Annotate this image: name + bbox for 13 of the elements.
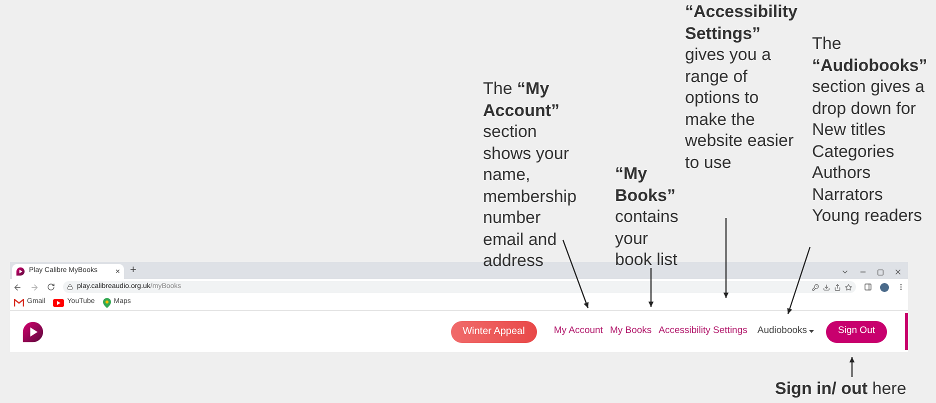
tab-close[interactable]: × <box>115 268 120 276</box>
annotation-text: The “Audiobooks” section gives a drop down for New titles Categories Authors Narrators Young readers <box>812 33 928 226</box>
annotation-text: “Accessibility Settings” gives you a range of options to make the website easier to use <box>685 1 798 173</box>
annotation-text: The “My Account” section shows your name, membership number email and address <box>483 78 577 272</box>
annotation-text: “My Books” contains your book list <box>615 163 678 270</box>
nav-dropdown[interactable]: Audiobooks <box>757 324 814 339</box>
annotation-text: Sign in/ out here <box>775 378 906 400</box>
sign-out-button[interactable]: Sign Out <box>826 320 887 342</box>
nav-link[interactable]: Accessibility Settings <box>658 324 748 339</box>
appeal-button[interactable]: Winter Appeal <box>450 320 537 342</box>
nav-link[interactable]: My Account <box>554 324 603 339</box>
new-tab-button[interactable]: + <box>130 265 136 276</box>
nav-link[interactable]: My Books <box>610 324 652 339</box>
